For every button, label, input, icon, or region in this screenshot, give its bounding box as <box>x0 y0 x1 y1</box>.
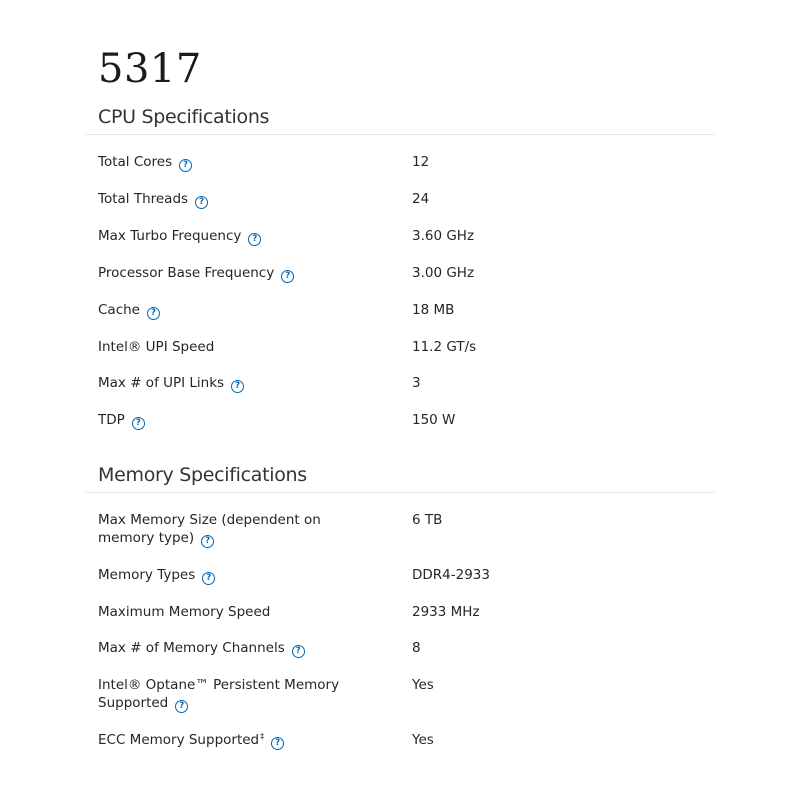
spec-value: Yes <box>412 732 434 748</box>
spec-value: 6 TB <box>412 512 443 528</box>
spec-row-total-threads: Total Threads? 24 <box>85 190 714 209</box>
question-circle-icon[interactable]: ? <box>131 417 145 430</box>
question-circle-icon[interactable]: ? <box>281 270 295 283</box>
spec-row-upi-speed: Intel® UPI Speed 11.2 GT/s <box>85 338 714 356</box>
spec-value: DDR4-2933 <box>412 567 490 583</box>
memory-specifications-section: Memory Specifications Max Memory Size (d… <box>85 461 714 768</box>
section-divider <box>85 492 714 493</box>
spec-row-memory-types: Memory Types? DDR4-2933 <box>85 566 714 585</box>
spec-row-memory-channels: Max # of Memory Channels? 8 <box>85 639 714 658</box>
spec-row-cache: Cache? 18 MB <box>85 301 714 320</box>
spec-label: Memory Types? <box>98 566 376 585</box>
spec-value: 3.00 GHz <box>412 265 475 281</box>
spec-value: 2933 MHz <box>412 604 480 620</box>
spec-row-optane-support: Intel® Optane™ Persistent Memory Support… <box>85 676 714 713</box>
spec-label: ECC Memory Supported‡? <box>98 731 376 750</box>
question-circle-icon[interactable]: ? <box>271 737 285 750</box>
spec-value: 8 <box>412 640 421 656</box>
spec-label: Max Memory Size (dependent on memory typ… <box>98 512 321 548</box>
cpu-specifications-section: CPU Specifications Total Cores? 12 Total… <box>85 103 714 448</box>
section-heading: CPU Specifications <box>98 106 270 128</box>
spec-value: 12 <box>412 154 430 170</box>
spec-label: Total Cores? <box>98 153 376 172</box>
spec-value: 3 <box>412 375 421 391</box>
spec-label: Intel® UPI Speed <box>98 339 215 355</box>
spec-value: 24 <box>412 191 430 207</box>
question-circle-icon[interactable]: ? <box>291 645 305 658</box>
spec-label: Cache? <box>98 301 376 320</box>
spec-label: Processor Base Frequency? <box>98 264 376 283</box>
question-circle-icon[interactable]: ? <box>231 380 245 393</box>
question-circle-icon[interactable]: ? <box>179 159 193 172</box>
question-circle-icon[interactable]: ? <box>201 535 215 548</box>
question-circle-icon[interactable]: ? <box>195 196 209 209</box>
spec-row-max-turbo-frequency: Max Turbo Frequency? 3.60 GHz <box>85 227 714 246</box>
spec-value: 3.60 GHz <box>412 228 475 244</box>
spec-label: TDP? <box>98 411 376 430</box>
spec-value: Yes <box>412 677 434 693</box>
section-heading: Memory Specifications <box>98 464 307 486</box>
question-circle-icon[interactable]: ? <box>248 233 262 246</box>
spec-label: Total Threads? <box>98 190 376 209</box>
footnote-marker: ‡ <box>260 731 265 741</box>
spec-value: 11.2 GT/s <box>412 339 477 355</box>
spec-label: Intel® Optane™ Persistent Memory Support… <box>98 677 340 713</box>
spec-row-max-memory-speed: Maximum Memory Speed 2933 MHz <box>85 603 714 621</box>
spec-row-max-memory-size: Max Memory Size (dependent on memory typ… <box>85 511 714 548</box>
section-divider <box>85 134 714 135</box>
spec-list: Max Memory Size (dependent on memory typ… <box>85 511 714 750</box>
spec-row-base-frequency: Processor Base Frequency? 3.00 GHz <box>85 264 714 283</box>
spec-label: Maximum Memory Speed <box>98 604 271 620</box>
spec-value: 18 MB <box>412 302 455 318</box>
spec-label: Max # of UPI Links? <box>98 374 376 393</box>
spec-label: Max Turbo Frequency? <box>98 227 376 246</box>
spec-list: Total Cores? 12 Total Threads? 24 Max Tu… <box>85 153 714 430</box>
spec-row-total-cores: Total Cores? 12 <box>85 153 714 172</box>
question-circle-icon[interactable]: ? <box>175 700 189 713</box>
question-circle-icon[interactable]: ? <box>202 572 216 585</box>
spec-value: 150 W <box>412 412 456 428</box>
page-title: 5317 <box>98 46 202 92</box>
question-circle-icon[interactable]: ? <box>146 307 160 320</box>
spec-row-upi-links: Max # of UPI Links? 3 <box>85 374 714 393</box>
spec-row-ecc-support: ECC Memory Supported‡? Yes <box>85 731 714 750</box>
spec-row-tdp: TDP? 150 W <box>85 411 714 430</box>
spec-label: Max # of Memory Channels? <box>98 639 376 658</box>
